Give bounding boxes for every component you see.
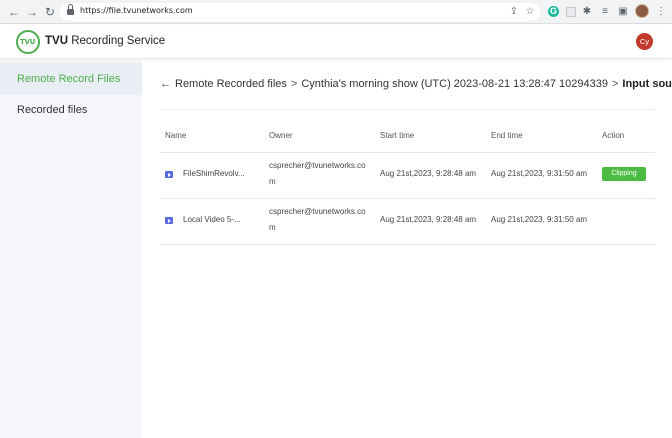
row-divider xyxy=(160,244,655,245)
app-header: TVU TVU Recording Service Cy xyxy=(0,25,672,59)
breadcrumb-item-remote-recorded-files[interactable]: Remote Recorded files xyxy=(175,78,287,90)
bookmark-star-icon[interactable]: ☆ xyxy=(524,6,536,18)
file-owner: csprecher@tvunetworks.com xyxy=(269,207,366,232)
file-name[interactable]: FileShimRevolv... xyxy=(183,166,245,182)
address-bar[interactable]: https://file.tvunetworks.com ⇪ ☆ xyxy=(60,3,540,21)
breadcrumb-separator: > xyxy=(611,78,619,90)
lock-icon xyxy=(67,4,74,15)
sidebar-item-remote-record-files[interactable]: Remote Record Files xyxy=(0,63,142,95)
tvu-logo: TVU xyxy=(16,30,40,54)
sidebar-item-recorded-files[interactable]: Recorded files xyxy=(0,94,142,126)
reload-icon[interactable]: ↻ xyxy=(42,4,58,20)
app-title: TVU Recording Service xyxy=(45,35,166,47)
back-arrow-icon[interactable]: ← xyxy=(6,4,22,20)
sidebar: Remote Record Files Recorded files xyxy=(0,60,142,438)
column-header-name[interactable]: Name xyxy=(165,131,186,140)
column-header-start-time[interactable]: Start time xyxy=(380,131,414,140)
extension-box-icon[interactable] xyxy=(566,7,576,17)
video-file-icon xyxy=(165,217,173,224)
clipping-button[interactable]: Clipping xyxy=(602,167,646,181)
extensions-puzzle-icon[interactable]: ✱ xyxy=(580,5,594,19)
start-time: Aug 21st,2023, 9:28:48 am xyxy=(380,215,477,224)
file-owner: csprecher@tvunetworks.com xyxy=(269,161,366,186)
breadcrumb: ← Remote Recorded files > Cynthia's morning… xyxy=(160,78,672,90)
browser-toolbar: ← → ↻ https://file.tvunetworks.com ⇪ ☆ G… xyxy=(0,0,672,24)
back-arrow-icon[interactable]: ← xyxy=(160,78,171,90)
table-row[interactable]: Local Video 5-... csprecher@tvunetworks.… xyxy=(160,199,655,245)
forward-arrow-icon[interactable]: → xyxy=(24,4,40,20)
video-file-icon xyxy=(165,171,173,178)
table-row[interactable]: FileShimRevolv... csprecher@tvunetworks.… xyxy=(160,153,655,199)
breadcrumb-item-session[interactable]: Cynthia's morning show (UTC) 2023-08-21 … xyxy=(301,78,608,90)
end-time: Aug 21st,2023, 9:31:50 am xyxy=(491,215,588,224)
breadcrumb-separator: > xyxy=(290,78,298,90)
share-icon[interactable]: ⇪ xyxy=(508,6,520,18)
file-name[interactable]: Local Video 5-... xyxy=(183,212,241,228)
start-time: Aug 21st,2023, 9:28:48 am xyxy=(380,169,477,178)
divider xyxy=(160,109,655,110)
column-header-action: Action xyxy=(602,131,625,140)
browser-profile-avatar[interactable] xyxy=(635,4,649,18)
grammarly-extension-icon[interactable]: G xyxy=(548,6,559,17)
user-avatar[interactable]: Cy xyxy=(636,33,653,50)
reading-list-icon[interactable]: ≡ xyxy=(598,5,612,19)
column-header-end-time[interactable]: End time xyxy=(491,131,523,140)
end-time: Aug 21st,2023, 9:31:50 am xyxy=(491,169,588,178)
side-panel-icon[interactable]: ▣ xyxy=(616,5,630,19)
column-header-owner[interactable]: Owner xyxy=(269,131,293,140)
breadcrumb-current: Input source 5 xyxy=(622,78,672,90)
browser-menu-icon[interactable]: ⋮ xyxy=(654,5,668,19)
url-text: https://file.tvunetworks.com xyxy=(80,6,193,15)
